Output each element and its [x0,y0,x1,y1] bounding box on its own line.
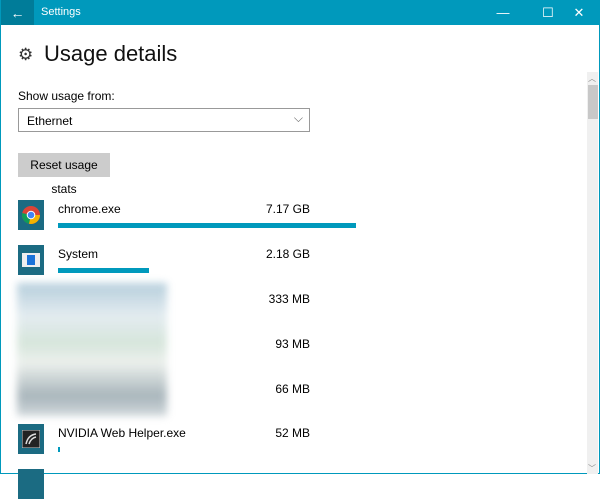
app-usage: 93 MB [275,337,310,351]
reset-usage-button[interactable]: Reset usage stats [18,153,110,196]
app-usage: 333 MB [268,292,310,306]
show-usage-label: Show usage from: [18,89,115,103]
app-name: NVIDIA Web Helper.exe [58,426,186,440]
app-usage: 7.17 GB [265,202,310,216]
scrollbar-thumb[interactable] [588,85,598,119]
app-name: chrome.exe [58,202,121,216]
app-row-chrome: chrome.exe 7.17 GB [18,200,356,230]
app-name: System [58,247,99,261]
usage-bar [58,223,356,228]
chevron-down-icon: ⌵ [293,111,303,125]
network-select-value: Ethernet [27,114,73,128]
usage-bar [58,447,61,452]
app-usage: 52 MB [275,426,310,440]
app-usage: 2.18 GB [265,247,310,261]
gear-icon: ⚙ [18,45,34,64]
minimize-button[interactable]: — [481,0,525,25]
scrollbar[interactable]: ︿ ﹀ [587,72,598,474]
title-bar: ← Settings — ☐ ✕ [1,0,600,25]
app-row-system: System 2.18 GB [18,245,310,275]
back-arrow-icon: ← [10,4,25,21]
usage-bar [58,268,149,273]
scroll-up-icon[interactable]: ︿ [588,73,596,84]
nvidia-icon [18,424,44,454]
back-button[interactable]: ← [1,0,34,25]
settings-window: ← Settings — ☐ ✕ ⚙ Usage details Show us… [0,0,600,499]
window-title: Settings [41,6,81,18]
app-row-nvidia: NVIDIA Web Helper.exe 52 MB [18,424,310,454]
app-row-blurred: 333 MB [18,290,310,320]
app-row-blurred: 66 MB [18,380,310,410]
chrome-icon [18,200,44,230]
app-usage: 66 MB [275,382,310,396]
scroll-down-icon[interactable]: ﹀ [588,463,596,474]
page-title: Usage details [44,41,178,66]
network-select[interactable]: Ethernet ⌵ [18,108,310,132]
app-row-blurred: 93 MB [18,335,310,365]
close-button[interactable]: ✕ [557,0,600,25]
system-icon [18,245,44,275]
